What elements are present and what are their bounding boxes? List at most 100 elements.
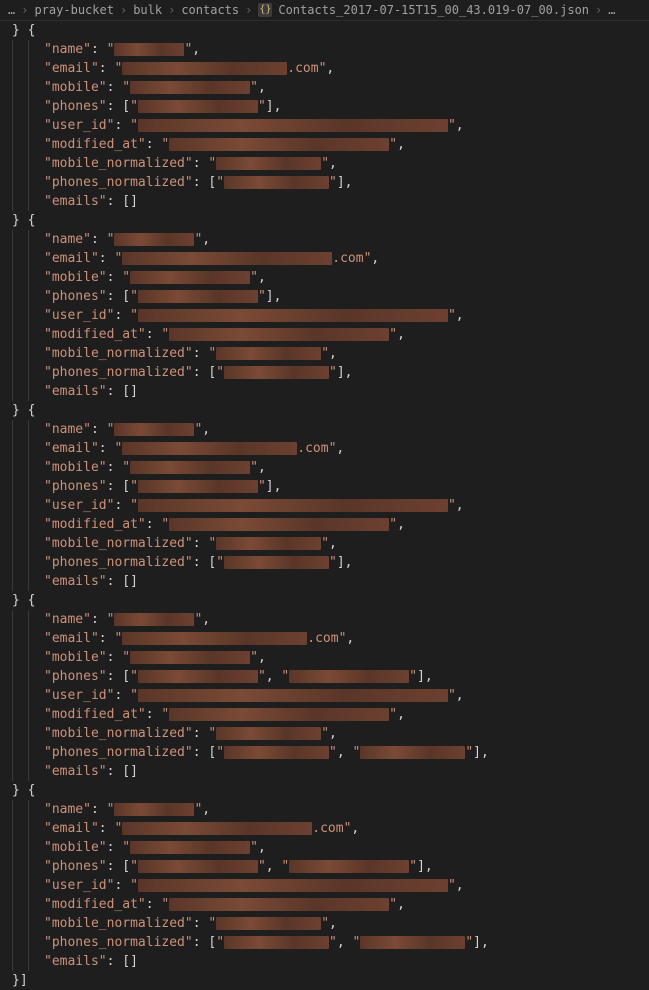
code-line[interactable]: "name": "", xyxy=(8,610,649,629)
code-line[interactable]: "name": "", xyxy=(8,40,649,59)
code-line[interactable]: "user_id": "", xyxy=(8,686,649,705)
code-line[interactable]: "phones": [""], xyxy=(8,477,649,496)
code-line[interactable]: "name": "", xyxy=(8,800,649,819)
code-line[interactable]: "phones_normalized": [""], xyxy=(8,553,649,572)
code-line[interactable]: "email": ".com", xyxy=(8,819,649,838)
code-line[interactable]: } { xyxy=(8,211,649,230)
lbracket: [ xyxy=(208,363,216,382)
code-line[interactable]: "name": "", xyxy=(8,230,649,249)
code-line[interactable]: } { xyxy=(8,591,649,610)
brace-delimiter: } { xyxy=(12,401,35,420)
code-line[interactable]: "modified_at": "", xyxy=(8,135,649,154)
redacted-value xyxy=(216,917,321,930)
quote: " xyxy=(107,40,115,59)
breadcrumb-seg[interactable]: contacts xyxy=(181,1,239,20)
redacted-value xyxy=(216,537,321,550)
code-line[interactable]: "modified_at": "", xyxy=(8,515,649,534)
code-line[interactable]: "emails": [] xyxy=(8,572,649,591)
code-line[interactable]: "mobile": "", xyxy=(8,838,649,857)
redacted-value xyxy=(122,252,332,265)
colon: : xyxy=(193,553,209,572)
code-line[interactable]: "email": ".com", xyxy=(8,629,649,648)
code-line[interactable]: "user_id": "", xyxy=(8,876,649,895)
redacted-value xyxy=(138,480,258,493)
code-line[interactable]: "emails": [] xyxy=(8,192,649,211)
code-line[interactable]: "phones": [""], xyxy=(8,97,649,116)
json-key-name: "name" xyxy=(44,40,91,59)
colon: : xyxy=(193,933,209,952)
comma: , xyxy=(326,59,334,78)
quote: " xyxy=(194,230,202,249)
colon: : xyxy=(107,648,123,667)
code-line[interactable]: "user_id": "", xyxy=(8,496,649,515)
code-line[interactable]: "user_id": "", xyxy=(8,116,649,135)
quote: " xyxy=(321,914,329,933)
code-line[interactable]: "mobile_normalized": "", xyxy=(8,724,649,743)
code-line[interactable]: "email": ".com", xyxy=(8,59,649,78)
json-key-phones-normalized: "phones_normalized" xyxy=(44,933,193,952)
code-line[interactable]: } { xyxy=(8,21,649,40)
breadcrumb-file[interactable]: Contacts_2017-07-15T15_00_43.019-07_00.j… xyxy=(278,1,589,20)
code-line[interactable]: "modified_at": "", xyxy=(8,705,649,724)
code-line[interactable]: "emails": [] xyxy=(8,762,649,781)
redacted-value xyxy=(216,157,321,170)
code-line[interactable]: "phones_normalized": [""], xyxy=(8,173,649,192)
breadcrumb-overflow[interactable]: … xyxy=(608,1,615,20)
comma: , xyxy=(337,933,353,952)
code-line[interactable]: "phones": ["", ""], xyxy=(8,857,649,876)
code-line[interactable]: "modified_at": "", xyxy=(8,325,649,344)
code-line[interactable]: "modified_at": "", xyxy=(8,895,649,914)
code-line[interactable]: "mobile_normalized": "", xyxy=(8,154,649,173)
redacted-value xyxy=(138,499,448,512)
code-line[interactable]: "mobile": "", xyxy=(8,458,649,477)
breadcrumb[interactable]: … › pray-bucket › bulk › contacts › {} C… xyxy=(0,0,649,21)
code-editor[interactable]: } {"name": "","email": ".com","mobile": … xyxy=(0,21,649,990)
breadcrumb-seg[interactable]: pray-bucket xyxy=(34,1,113,20)
quote: " xyxy=(216,363,224,382)
breadcrumb-seg[interactable]: bulk xyxy=(133,1,162,20)
code-line[interactable]: "mobile_normalized": "", xyxy=(8,914,649,933)
code-line[interactable]: "mobile": "", xyxy=(8,78,649,97)
code-line[interactable]: "emails": [] xyxy=(8,382,649,401)
code-line[interactable]: } { xyxy=(8,781,649,800)
redacted-value xyxy=(138,290,258,303)
redacted-value xyxy=(169,898,389,911)
quote: " xyxy=(329,553,337,572)
redacted-value xyxy=(360,746,465,759)
code-line[interactable]: "name": "", xyxy=(8,420,649,439)
colon: : xyxy=(107,857,123,876)
code-line[interactable]: "emails": [] xyxy=(8,952,649,971)
json-key-mobile-normalized: "mobile_normalized" xyxy=(44,914,193,933)
code-line[interactable]: "phones": [""], xyxy=(8,287,649,306)
code-line[interactable]: "phones_normalized": [""], xyxy=(8,363,649,382)
comma: , xyxy=(192,40,200,59)
chevron-right-icon: › xyxy=(21,1,28,20)
code-line[interactable]: } { xyxy=(8,401,649,420)
redacted-value xyxy=(114,803,194,816)
lbracket: [ xyxy=(208,933,216,952)
code-line[interactable]: "phones_normalized": ["", ""], xyxy=(8,743,649,762)
json-key-phones: "phones" xyxy=(44,667,107,686)
redacted-value xyxy=(122,632,307,645)
code-line[interactable]: "user_id": "", xyxy=(8,306,649,325)
quote: " xyxy=(130,287,138,306)
code-line[interactable]: "mobile_normalized": "", xyxy=(8,344,649,363)
code-line[interactable]: "mobile_normalized": "", xyxy=(8,534,649,553)
colon: : xyxy=(107,477,123,496)
code-line[interactable]: "email": ".com", xyxy=(8,439,649,458)
redacted-value xyxy=(138,689,448,702)
json-key-phones: "phones" xyxy=(44,857,107,876)
comma: , xyxy=(397,705,405,724)
code-line[interactable]: "email": ".com", xyxy=(8,249,649,268)
colon: : xyxy=(146,895,162,914)
code-line[interactable]: "phones_normalized": ["", ""], xyxy=(8,933,649,952)
code-line[interactable]: "mobile": "", xyxy=(8,648,649,667)
colon: : xyxy=(107,268,123,287)
quote: " xyxy=(448,116,456,135)
breadcrumb-seg[interactable]: … xyxy=(8,1,15,20)
quote: " xyxy=(208,914,216,933)
code-line[interactable]: "mobile": "", xyxy=(8,268,649,287)
code-line[interactable]: }] xyxy=(8,971,649,990)
rbracket: ], xyxy=(337,363,353,382)
code-line[interactable]: "phones": ["", ""], xyxy=(8,667,649,686)
